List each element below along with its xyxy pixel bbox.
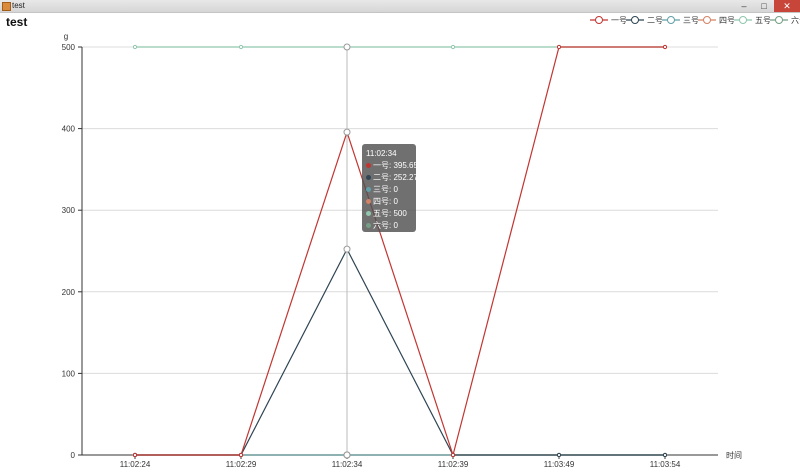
series-dot-icon: [366, 175, 371, 181]
data-point: [450, 44, 456, 50]
legend-marker-icon: [631, 16, 639, 24]
legend-marker-icon: [667, 16, 675, 24]
x-tick-label: 11:02:29: [226, 460, 257, 469]
y-tick-label: 300: [62, 206, 76, 215]
series-line-2: [135, 247, 665, 456]
y-tick-label: 500: [62, 43, 76, 52]
legend-item-5: 五号: [755, 16, 771, 25]
series-line-1: [135, 46, 665, 458]
legend-item-1: 一号: [611, 16, 627, 25]
data-point: [662, 44, 668, 50]
data-point: [343, 43, 351, 51]
tooltip-row: 五号: 500: [366, 208, 416, 220]
x-axis-label: 时间: [726, 450, 742, 460]
chart-tooltip: 11:02:34 一号: 395.65 二号: 252.27 三号: 0 四号:…: [362, 144, 418, 232]
series-dot-icon: [366, 223, 371, 229]
tooltip-row: 四号: 0: [366, 196, 416, 208]
y-tick-label: 100: [62, 369, 76, 378]
series-dot-icon: [366, 199, 371, 205]
tooltip-row: 二号: 252.27: [366, 172, 418, 184]
y-axis-label: g: [64, 32, 68, 41]
data-point: [450, 452, 456, 458]
data-point: [238, 452, 244, 458]
y-tick-label: 0: [71, 451, 76, 460]
x-tick-label: 11:02:39: [438, 460, 469, 469]
series-dot-icon: [366, 187, 371, 193]
legend-item-2: 二号: [647, 16, 663, 25]
x-tick-label: 11:02:34: [332, 460, 363, 469]
legend-marker-icon: [775, 16, 783, 24]
series-dot-icon: [366, 163, 371, 169]
legend-item-3: 三号: [683, 16, 699, 25]
legend-marker-icon: [739, 16, 747, 24]
x-tick-label: 11:02:24: [120, 460, 151, 469]
data-point: [556, 452, 562, 458]
y-tick-label: 400: [62, 125, 76, 134]
tooltip-row: 三号: 0: [366, 184, 416, 196]
series-dot-icon: [366, 211, 371, 217]
tooltip-title: 11:02:34: [366, 149, 397, 158]
x-tick-label: 11:03:49: [544, 460, 575, 469]
data-point: [343, 451, 351, 459]
data-point: [343, 128, 351, 136]
legend-marker-icon: [595, 16, 603, 24]
tooltip-row: 六号: 0: [366, 220, 416, 232]
line-chart: 0 100 200 300 400 500 g 时间 11:02:24 11:02:29 11:02…: [62, 15, 800, 469]
legend-item-4: 四号: [719, 16, 735, 25]
tooltip-row: 一号: 395.65: [366, 160, 418, 172]
data-point: [556, 44, 562, 50]
legend-item-6: 六号: [791, 15, 800, 25]
legend-marker-icon: [703, 16, 711, 24]
x-tick-label: 11:03:54: [650, 460, 681, 469]
data-point: [662, 452, 668, 458]
data-point: [132, 44, 138, 50]
data-point: [132, 452, 138, 458]
data-point: [238, 44, 244, 50]
data-point: [343, 245, 351, 253]
y-tick-label: 200: [62, 288, 76, 297]
